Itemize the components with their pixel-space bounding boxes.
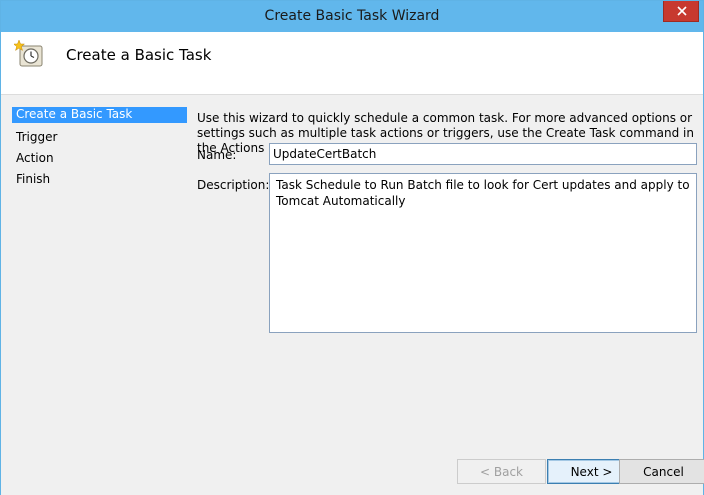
close-button[interactable] [663, 1, 699, 22]
cancel-button[interactable]: Cancel [619, 459, 704, 484]
step-create-basic-task[interactable]: Create a Basic Task [12, 107, 187, 123]
close-icon [677, 6, 687, 16]
description-label: Description: [197, 178, 270, 192]
step-action[interactable]: Action [12, 149, 187, 170]
name-label: Name: [197, 148, 237, 162]
description-textarea[interactable]: Task Schedule to Run Batch file to look … [269, 173, 697, 333]
step-trigger[interactable]: Trigger [12, 128, 187, 149]
task-scheduler-clock-icon [14, 39, 43, 67]
wizard-header: Create a Basic Task [1, 32, 703, 95]
page-title: Create a Basic Task [66, 46, 212, 64]
back-button[interactable]: < Back [457, 459, 546, 484]
wizard-window: Create Basic Task Wizard Create a Basic … [0, 0, 704, 495]
wizard-steps-list: Create a Basic Task Trigger Action Finis… [12, 107, 187, 191]
title-bar[interactable]: Create Basic Task Wizard [1, 1, 703, 32]
step-finish[interactable]: Finish [12, 170, 187, 191]
window-title: Create Basic Task Wizard [264, 8, 440, 24]
name-input[interactable] [269, 143, 697, 165]
wizard-content: Create a Basic Task Trigger Action Finis… [1, 95, 704, 495]
